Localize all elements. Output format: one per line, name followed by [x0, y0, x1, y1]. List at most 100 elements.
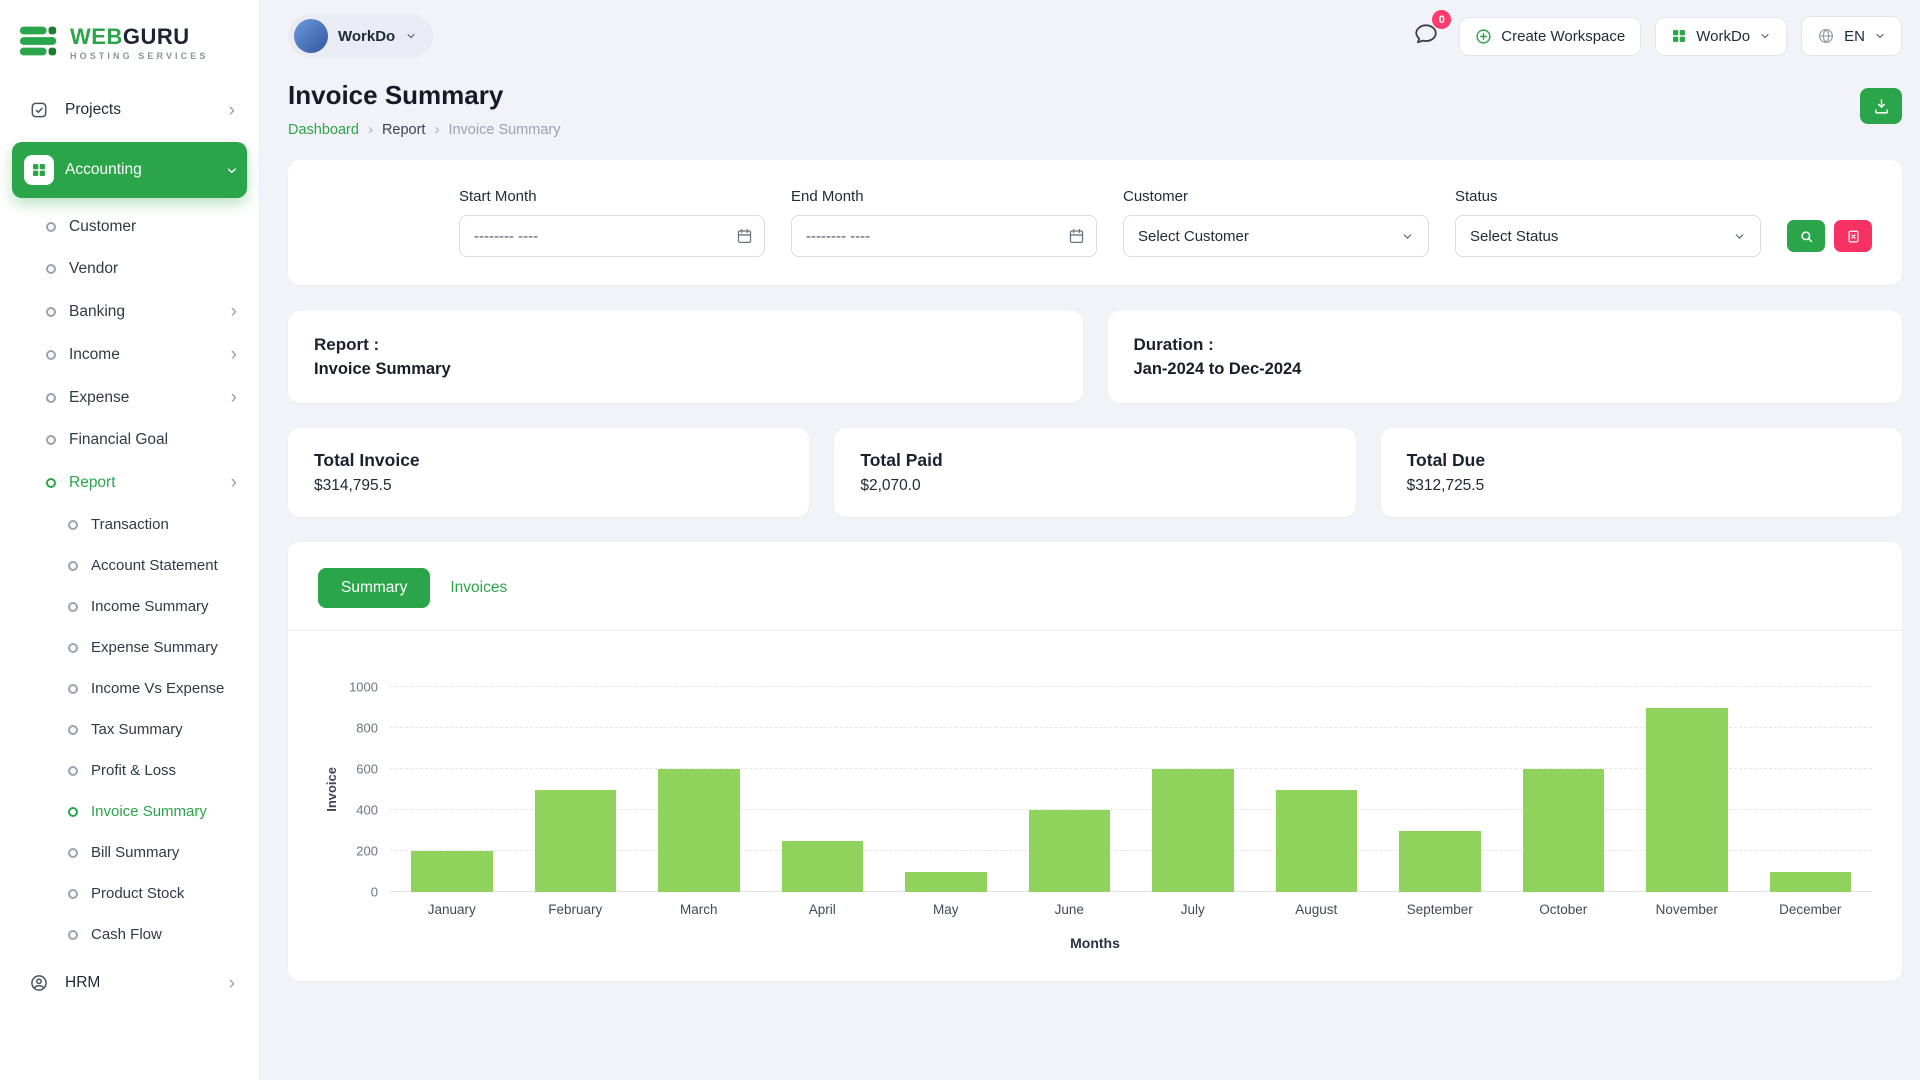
brand-name-secondary: GURU [122, 23, 190, 49]
top-bar-actions: 0 Create Workspace WorkDo EN [1407, 10, 1902, 56]
total-due-label: Total Due [1406, 450, 1486, 470]
x-tick-label: December [1779, 902, 1842, 917]
brand-logo[interactable]: WEBGURU HOSTING SERVICES [12, 10, 247, 82]
x-tick-label: September [1406, 902, 1473, 917]
top-bar: WorkDo 0 Create Workspace WorkDo EN [288, 0, 1902, 72]
bullet-icon [46, 222, 56, 232]
sidebar-item-income-vs-expense[interactable]: Income Vs Expense [12, 668, 247, 709]
end-month-input[interactable] [791, 215, 1097, 257]
chart-bar-november [1646, 707, 1728, 892]
status-select-value: Select Status [1470, 227, 1559, 245]
breadcrumb-separator-icon: › [367, 121, 373, 138]
x-axis-title: Months [1070, 935, 1120, 951]
tab-summary[interactable]: Summary [318, 568, 431, 608]
sidebar-item-product-stock[interactable]: Product Stock [12, 873, 247, 914]
sidebar-item-transaction[interactable]: Transaction [12, 504, 247, 545]
status-select[interactable]: Select Status [1455, 215, 1761, 257]
brand-name-primary: WEB [70, 23, 123, 49]
sidebar-item-tax-summary[interactable]: Tax Summary [12, 709, 247, 750]
messages-badge: 0 [1432, 10, 1452, 29]
breadcrumb-separator-icon: › [434, 121, 440, 138]
sidebar-item-label: Report [69, 473, 116, 491]
bullet-icon [68, 519, 78, 530]
sidebar-item-income-summary[interactable]: Income Summary [12, 586, 247, 627]
chevron-down-icon [1876, 33, 1884, 39]
sidebar-item-report[interactable]: Report › [12, 461, 247, 504]
chart-bar-may [905, 871, 987, 892]
chart-bar-june [1028, 810, 1110, 892]
chart-bar-september [1399, 830, 1481, 892]
breadcrumb-report[interactable]: Report [382, 122, 426, 138]
sidebar-item-invoice-summary[interactable]: Invoice Summary [12, 791, 247, 832]
y-tick-label: 400 [356, 802, 378, 818]
sidebar-item-label: Cash Flow [91, 926, 162, 943]
x-axis-spacer [318, 902, 390, 917]
sidebar-item-label: Profit & Loss [91, 762, 177, 779]
workspace-name: WorkDo [338, 27, 396, 45]
create-workspace-button[interactable]: Create Workspace [1459, 16, 1642, 56]
sidebar-item-bill-summary[interactable]: Bill Summary [12, 832, 247, 873]
sidebar-item-customer[interactable]: Customer [12, 206, 247, 248]
sidebar-item-cash-flow[interactable]: Cash Flow [12, 914, 247, 955]
customer-select-value: Select Customer [1138, 227, 1249, 245]
sidebar-item-hrm[interactable]: HRM › [12, 955, 247, 1011]
bar-slot [1625, 687, 1749, 892]
y-axis-title: Invoice [323, 767, 339, 812]
sidebar-item-expense[interactable]: Expense › [12, 376, 247, 419]
clear-filter-icon [1848, 230, 1858, 242]
sidebar-item-label: Expense [69, 388, 130, 406]
chart-bar-april [781, 840, 863, 892]
sidebar-item-financial-goal[interactable]: Financial Goal [12, 419, 247, 461]
report-name-card: Report : Invoice Summary [288, 311, 1083, 403]
brand-tagline: HOSTING SERVICES [70, 50, 209, 61]
bullet-icon [68, 888, 78, 899]
bar-slot [1502, 687, 1626, 892]
y-tick-label: 1000 [349, 679, 378, 695]
bullet-icon [68, 806, 78, 817]
chevron-down-icon [1735, 233, 1744, 239]
sidebar-item-income[interactable]: Income › [12, 333, 247, 376]
workspace-avatar [294, 19, 328, 53]
apply-filter-button[interactable] [1787, 220, 1825, 252]
apps-menu-label: WorkDo [1696, 27, 1751, 45]
tab-invoices[interactable]: Invoices [442, 568, 515, 608]
y-tick-label: 600 [356, 761, 378, 777]
x-tick-label: February [548, 902, 603, 917]
sidebar-item-account-statement[interactable]: Account Statement [12, 545, 247, 586]
start-month-field: Start Month [459, 188, 765, 257]
breadcrumb-dashboard[interactable]: Dashboard [288, 122, 359, 138]
total-paid-label: Total Paid [860, 450, 943, 470]
y-axis-title-wrap: Invoice [318, 687, 344, 892]
sidebar-item-label: Product Stock [91, 885, 185, 902]
language-selector[interactable]: EN [1801, 16, 1902, 56]
download-report-button[interactable] [1860, 88, 1902, 124]
accounting-icon [24, 155, 54, 185]
bar-slot [1131, 687, 1255, 892]
sidebar-item-label: Invoice Summary [91, 803, 207, 820]
sidebar-item-label: Financial Goal [69, 431, 169, 448]
bullet-icon [68, 683, 78, 694]
start-month-input[interactable] [459, 215, 765, 257]
customer-select[interactable]: Select Customer [1123, 215, 1429, 257]
sidebar-item-expense-summary[interactable]: Expense Summary [12, 627, 247, 668]
plus-circle-icon [1476, 28, 1491, 44]
sidebar-item-profit-loss[interactable]: Profit & Loss [12, 750, 247, 791]
workspace-switcher[interactable]: WorkDo [288, 14, 434, 58]
sidebar-item-accounting[interactable]: Accounting › [12, 142, 247, 198]
apps-menu-button[interactable]: WorkDo [1655, 16, 1788, 56]
chart-bar-august [1275, 789, 1357, 892]
sidebar-item-projects[interactable]: Projects › [12, 82, 247, 138]
sidebar-item-banking[interactable]: Banking › [12, 290, 247, 333]
x-tick-label: April [808, 902, 836, 917]
customer-label: Customer [1123, 188, 1189, 205]
messages-button[interactable]: 0 [1407, 10, 1452, 55]
status-label: Status [1455, 188, 1498, 205]
sidebar-item-label: Income Vs Expense [91, 680, 225, 697]
sidebar-item-label: Banking [69, 302, 126, 320]
reset-filter-button[interactable] [1834, 220, 1872, 252]
end-month-label: End Month [791, 188, 864, 205]
sidebar-item-vendor[interactable]: Vendor [12, 248, 247, 290]
x-tick-label: June [1054, 902, 1084, 917]
sidebar-item-label: Tax Summary [91, 721, 183, 738]
y-tick-label: 200 [356, 843, 378, 859]
